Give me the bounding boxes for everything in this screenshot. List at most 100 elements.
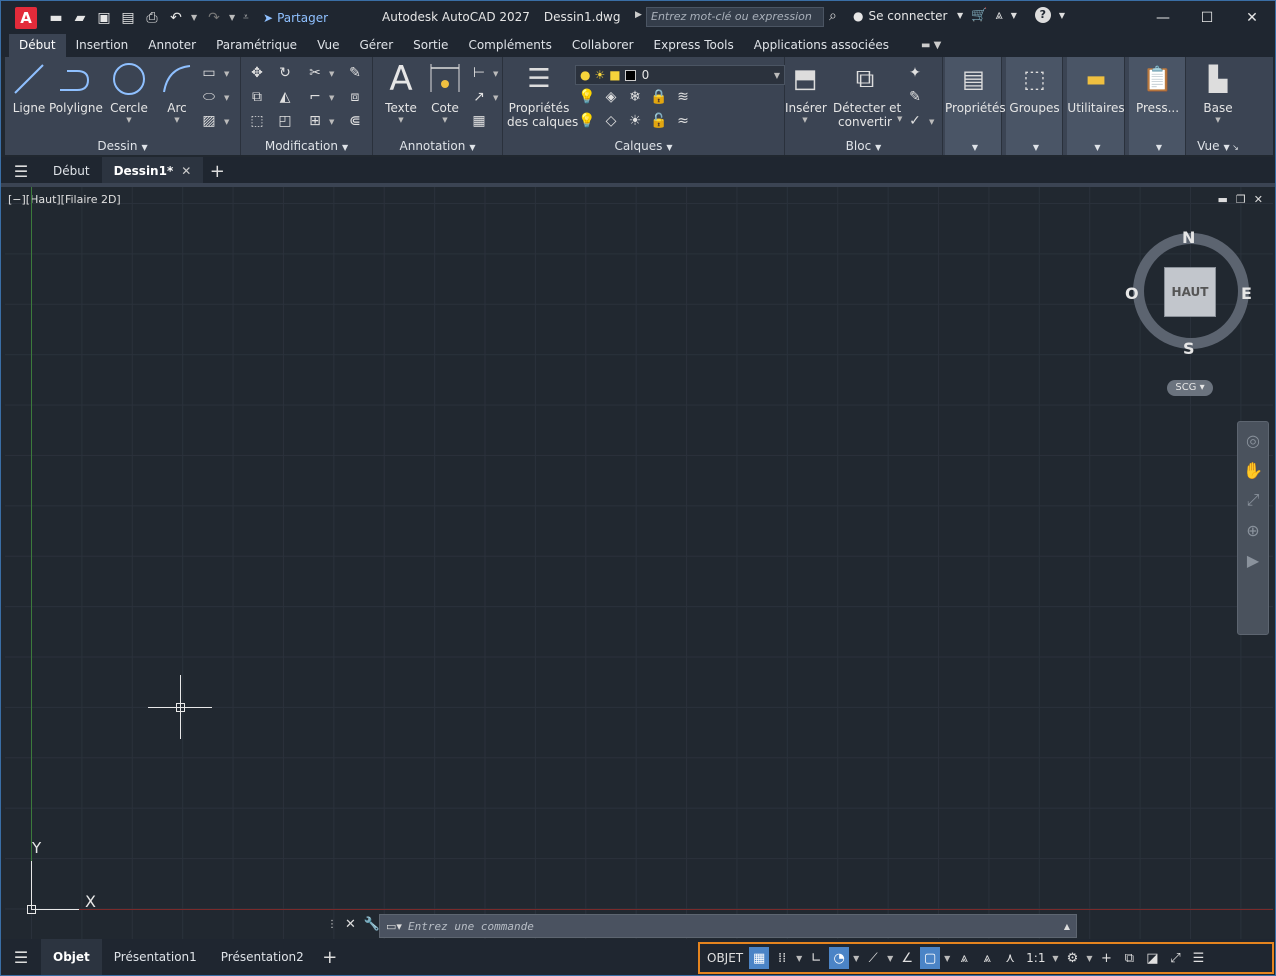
polar-tracking-icon[interactable]: ◔ — [829, 947, 850, 969]
object-snap-icon[interactable]: ▢ — [920, 947, 941, 969]
zoom-extents-icon[interactable]: ⤢ — [1238, 488, 1268, 512]
ucs-origin-box[interactable] — [27, 905, 36, 914]
insert-block-button[interactable]: ⬒ Insérer ▼ — [785, 61, 827, 124]
viewcube-face[interactable]: HAUT — [1164, 267, 1216, 317]
compass-east[interactable]: E — [1241, 284, 1252, 303]
hardware-acceleration-icon[interactable]: ◪ — [1142, 947, 1162, 969]
pan-hand-icon[interactable]: ✋ — [1238, 458, 1268, 482]
tab-layout2[interactable]: Présentation2 — [209, 939, 316, 975]
ortho-icon[interactable]: ∟ — [806, 947, 826, 969]
fillet-icon[interactable]: ⌐ — [305, 87, 325, 107]
annotation-visibility-icon[interactable]: ⩓ — [954, 947, 974, 969]
close-tab-icon[interactable]: ✕ — [181, 164, 191, 178]
base-dropdown-icon[interactable]: ▼ — [1192, 116, 1244, 124]
customize-qat-icon[interactable]: ⩡ — [243, 12, 251, 23]
rotate-icon[interactable]: ↻ — [275, 63, 295, 83]
layer-thaw-icon[interactable]: ☀ — [625, 111, 645, 131]
dimension-button[interactable]: Cote ▼ — [425, 61, 465, 124]
isodraft-icon[interactable]: ⟋ — [863, 947, 883, 969]
rectangle-dropdown-icon[interactable]: ▼ — [224, 70, 229, 78]
offset-icon[interactable]: ⋐ — [345, 111, 365, 131]
customization-menu-icon[interactable]: ☰ — [1188, 947, 1208, 969]
open-folder-icon[interactable]: ▰ — [71, 9, 89, 27]
insert-dropdown-icon[interactable]: ▼ — [785, 116, 825, 124]
tab-collaborer[interactable]: Collaborer — [562, 34, 644, 57]
steering-wheel-icon[interactable]: ◎ — [1238, 428, 1268, 452]
scale-icon[interactable]: ◰ — [275, 111, 295, 131]
file-menu-icon[interactable]: ☰ — [1, 162, 41, 181]
tab-applications-associees[interactable]: Applications associées — [744, 34, 899, 57]
autodesk-app-icon[interactable]: ⩓ — [995, 8, 1002, 23]
drawing-viewport[interactable]: [−][Haut][Filaire 2D] ▬ ❐ ✕ Y X HAUT N S… — [5, 187, 1273, 939]
layer-match-icon[interactable]: ≋ — [673, 87, 693, 107]
circle-dropdown-icon[interactable]: ▼ — [109, 116, 149, 124]
polyline-button[interactable]: Polyligne — [49, 61, 103, 115]
maximize-button[interactable]: ☐ — [1184, 1, 1230, 34]
tab-debut[interactable]: Début — [9, 34, 66, 57]
layout-menu-icon[interactable]: ☰ — [1, 948, 41, 967]
snap-icon[interactable]: ⁞⁞ — [772, 947, 792, 969]
snap-dropdown-icon[interactable]: ▼ — [795, 947, 803, 969]
layer-off-icon[interactable]: 💡 — [577, 87, 597, 107]
tab-complements[interactable]: Compléments — [458, 34, 561, 57]
array-icon[interactable]: ⊞ — [305, 111, 325, 131]
layer-dropdown[interactable]: ● ☀ ■ 0 ▼ — [575, 65, 785, 85]
text-button[interactable]: A Texte ▼ — [381, 59, 421, 124]
object-snap-tracking-icon[interactable]: ∠ — [897, 947, 917, 969]
new-layout-icon[interactable]: + — [316, 947, 344, 968]
undo-dropdown-icon[interactable]: ▼ — [191, 13, 199, 22]
tab-express-tools[interactable]: Express Tools — [644, 34, 744, 57]
circle-button[interactable]: Cercle ▼ — [109, 61, 149, 124]
tab-model[interactable]: Objet — [41, 939, 102, 975]
ribbon-display-options-icon[interactable]: ▬ ▼ — [921, 34, 941, 57]
panel-utilitaires[interactable]: ▬ Utilitaires ▼ — [1067, 57, 1125, 155]
new-file-icon[interactable]: ▬ — [47, 9, 65, 27]
layer-isolate-icon[interactable]: ◈ — [601, 87, 621, 107]
undo-icon[interactable]: ↶ — [167, 9, 185, 27]
help-dropdown-icon[interactable]: ▼ — [1059, 11, 1065, 20]
command-input[interactable]: Entrez une commande — [408, 920, 534, 933]
showmotion-icon[interactable]: ▶ — [1238, 548, 1268, 572]
rectangle-icon[interactable]: ▭ — [199, 63, 219, 83]
layer-previous-icon[interactable]: ≈ — [673, 111, 693, 131]
viewport-minimize-icon[interactable]: ▬ — [1218, 193, 1228, 206]
line-button[interactable]: Ligne — [11, 61, 47, 115]
create-block-icon[interactable]: ✦ — [905, 63, 925, 83]
command-line[interactable]: ▭▾ Entrez une commande ▲ — [379, 914, 1077, 938]
tab-sortie[interactable]: Sortie — [403, 34, 458, 57]
compass-west[interactable]: O — [1125, 284, 1139, 303]
cart-icon[interactable]: 🛒 — [971, 8, 987, 23]
trim-dropdown-icon[interactable]: ▼ — [329, 70, 334, 78]
tab-insertion[interactable]: Insertion — [66, 34, 139, 57]
leader-icon[interactable]: ↗ — [469, 87, 489, 107]
tab-drawing[interactable]: Dessin1* ✕ — [101, 157, 204, 185]
layer-lock-icon[interactable]: 🔒 — [649, 87, 669, 107]
layer-unisolate-icon[interactable]: ◇ — [601, 111, 621, 131]
linear-dimension-dropdown-icon[interactable]: ▼ — [493, 70, 498, 78]
signin-button[interactable]: ● Se connecter — [853, 9, 947, 23]
workspace-dropdown-icon[interactable]: ▼ — [1085, 947, 1093, 969]
stretch-icon[interactable]: ⬚ — [247, 111, 267, 131]
annotation-scale-icon[interactable]: ⋏ — [1000, 947, 1020, 969]
ellipse-dropdown-icon[interactable]: ▼ — [224, 94, 229, 102]
command-grip-icon[interactable]: ⋮ — [327, 919, 337, 930]
layer-unlock-icon[interactable]: 🔓 — [649, 111, 669, 131]
text-dropdown-icon[interactable]: ▼ — [381, 116, 421, 124]
annotation-monitor-icon[interactable]: + — [1096, 947, 1116, 969]
search-expand-icon[interactable]: ▶ — [635, 10, 642, 20]
object-snap-dropdown-icon[interactable]: ▼ — [943, 947, 951, 969]
erase-icon[interactable]: ✎ — [345, 63, 365, 83]
share-button[interactable]: ➤ Partager — [263, 11, 328, 25]
properties-dropdown-icon[interactable]: ▼ — [945, 139, 1001, 153]
linear-dimension-icon[interactable]: ⊢ — [469, 63, 489, 83]
help-icon[interactable]: ? — [1034, 7, 1051, 23]
new-tab-icon[interactable]: + — [203, 161, 231, 182]
auto-scale-icon[interactable]: ⩓ — [977, 947, 997, 969]
viewport-close-icon[interactable]: ✕ — [1254, 193, 1263, 206]
trim-icon[interactable]: ✂ — [305, 63, 325, 83]
hatch-icon[interactable]: ▨ — [199, 111, 219, 131]
redo-icon[interactable]: ↷ — [205, 9, 223, 27]
workspace-gear-icon[interactable]: ⚙ — [1062, 947, 1082, 969]
isodraft-dropdown-icon[interactable]: ▼ — [886, 947, 894, 969]
panel-title-vue[interactable]: Vue ▼ ↘ — [1188, 139, 1248, 153]
